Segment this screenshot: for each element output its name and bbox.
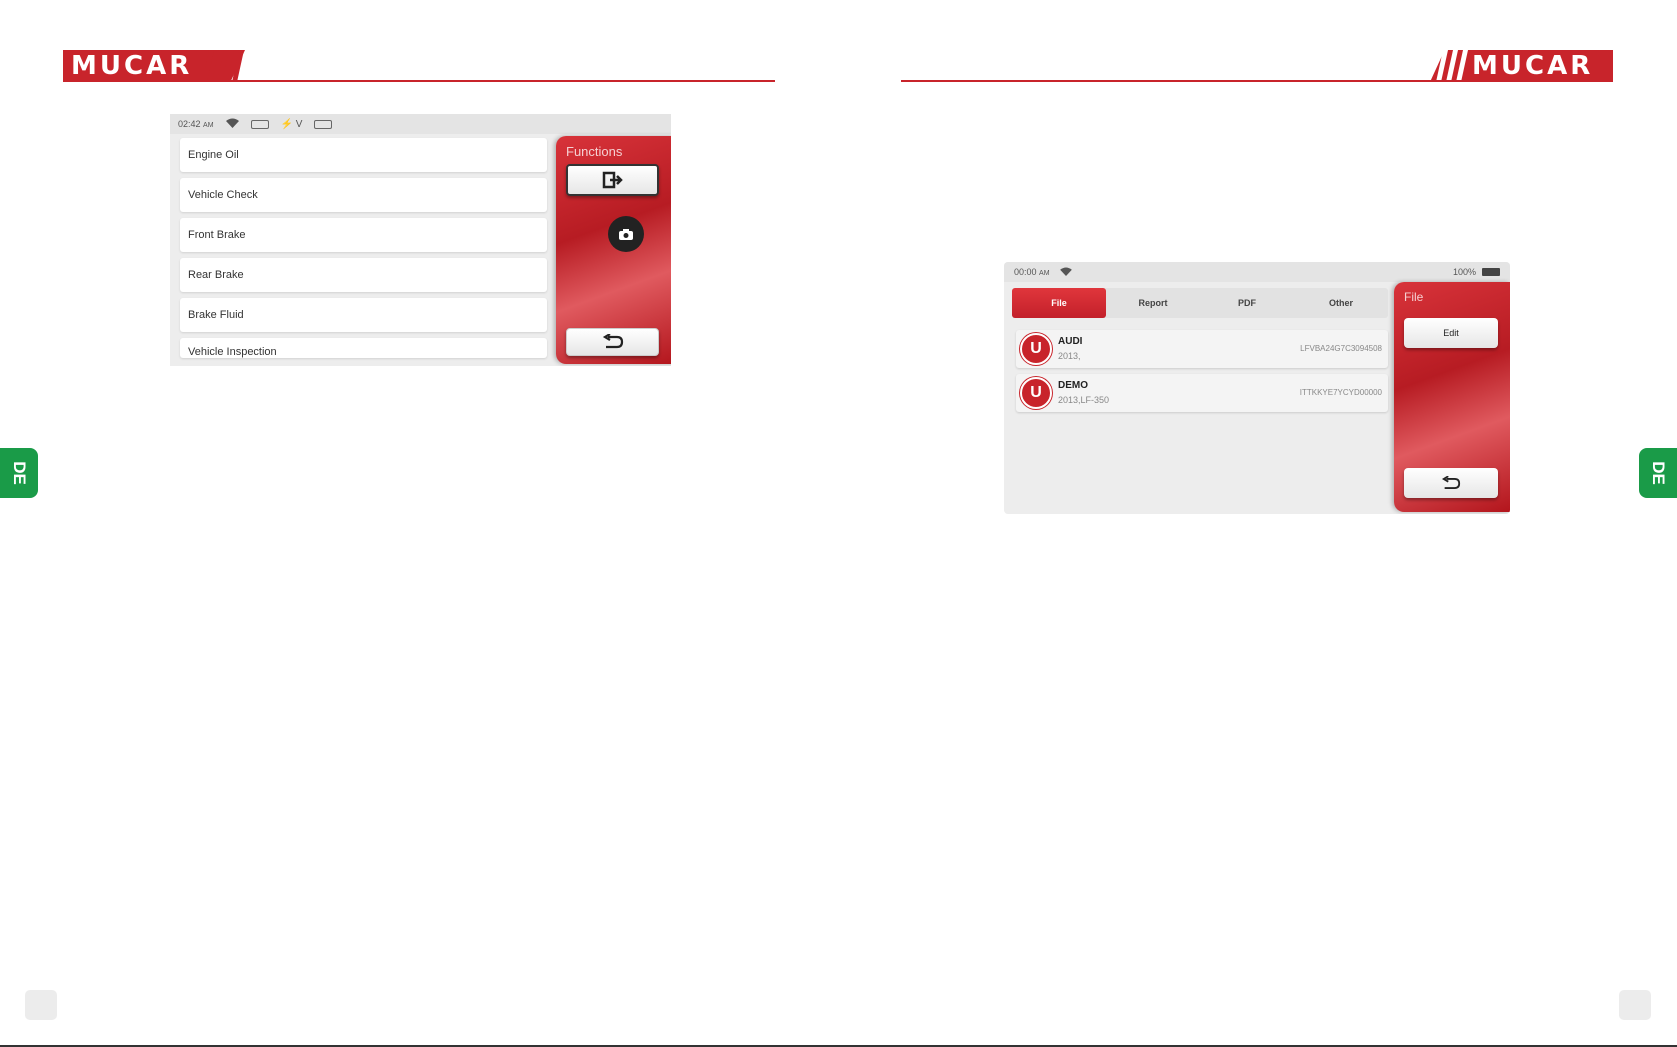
list-item[interactable]: U DEMO 2013,LF-350 ITTKKYE7YCYD00000 bbox=[1016, 374, 1388, 412]
back-button[interactable] bbox=[566, 328, 659, 356]
list-item[interactable]: Rear Brake bbox=[180, 258, 547, 292]
status-time: 02:42 AM bbox=[178, 119, 214, 129]
language-tab-left: DE bbox=[0, 448, 38, 498]
brand-logo-text: MUCAR bbox=[71, 51, 193, 81]
exit-icon bbox=[602, 171, 623, 189]
tab-other[interactable]: Other bbox=[1294, 288, 1388, 318]
record-vin: LFVBA24G7C3094508 bbox=[1300, 344, 1382, 353]
function-list: Engine Oil Vehicle Check Front Brake Rea… bbox=[180, 138, 547, 364]
wifi-icon bbox=[1059, 266, 1072, 278]
list-item[interactable]: Vehicle Inspection bbox=[180, 338, 547, 358]
file-tabs: File Report PDF Other bbox=[1012, 288, 1388, 318]
brand-logo-text: MUCAR bbox=[1472, 51, 1594, 81]
tab-file[interactable]: File bbox=[1012, 288, 1106, 318]
status-bar: 02:42 AM ⚡ V bbox=[170, 114, 671, 134]
screenshot-button[interactable] bbox=[608, 216, 644, 252]
list-item[interactable]: Front Brake bbox=[180, 218, 547, 252]
back-button[interactable] bbox=[1404, 468, 1498, 498]
exit-button[interactable] bbox=[566, 164, 659, 196]
file-panel: File Edit bbox=[1394, 282, 1510, 512]
edit-button[interactable]: Edit bbox=[1404, 318, 1498, 348]
record-make: DEMO bbox=[1058, 380, 1088, 391]
wifi-icon bbox=[225, 118, 239, 131]
logo-stripes-icon bbox=[205, 50, 244, 82]
list-item[interactable]: Vehicle Check bbox=[180, 178, 547, 212]
camera-icon bbox=[619, 228, 633, 240]
logo-stripes-icon bbox=[1436, 50, 1468, 82]
brand-badge-icon: U bbox=[1020, 333, 1052, 365]
record-vin: ITTKKYE7YCYD00000 bbox=[1299, 388, 1382, 397]
battery-level: 100% bbox=[1452, 267, 1476, 277]
functions-panel: Functions bbox=[556, 136, 671, 364]
status-time: 00:00 AM bbox=[1014, 267, 1050, 277]
record-make: AUDI bbox=[1058, 336, 1083, 347]
panel-title: File bbox=[1404, 290, 1424, 304]
back-icon bbox=[1441, 475, 1461, 489]
list-item[interactable]: U AUDI 2013, LFVBA24G7C3094508 bbox=[1016, 330, 1388, 368]
back-icon bbox=[602, 334, 623, 349]
device-screen-functions: 02:42 AM ⚡ V Engine Oil Vehicle Check Fr… bbox=[170, 114, 671, 366]
list-item[interactable]: Engine Oil bbox=[180, 138, 547, 172]
header-rule-left bbox=[63, 80, 775, 82]
record-year: 2013,LF-350 bbox=[1058, 395, 1110, 405]
battery-icon bbox=[1482, 268, 1500, 276]
language-tab-label: DE bbox=[1649, 461, 1668, 485]
brand-badge-icon: U bbox=[1020, 377, 1052, 409]
tab-pdf[interactable]: PDF bbox=[1200, 288, 1294, 318]
page-number-box-right bbox=[1619, 990, 1651, 1020]
connection-icon bbox=[314, 119, 333, 129]
vci-icon bbox=[250, 119, 269, 129]
page-number-box-left bbox=[25, 990, 57, 1020]
header-rule-right bbox=[901, 80, 1613, 82]
language-tab-right: DE bbox=[1639, 448, 1677, 498]
language-tab-label: DE bbox=[10, 461, 29, 485]
device-screen-file: 00:00 AM 100% File Report PDF Other U AU… bbox=[1004, 262, 1510, 514]
list-item[interactable]: Brake Fluid bbox=[180, 298, 547, 332]
file-list: U AUDI 2013, LFVBA24G7C3094508 U DEMO 20… bbox=[1016, 330, 1388, 418]
record-year: 2013, bbox=[1058, 351, 1081, 361]
voltage-icon: ⚡ V bbox=[280, 118, 303, 130]
panel-title: Functions bbox=[566, 144, 623, 159]
tab-report[interactable]: Report bbox=[1106, 288, 1200, 318]
status-bar: 00:00 AM 100% bbox=[1004, 262, 1510, 282]
